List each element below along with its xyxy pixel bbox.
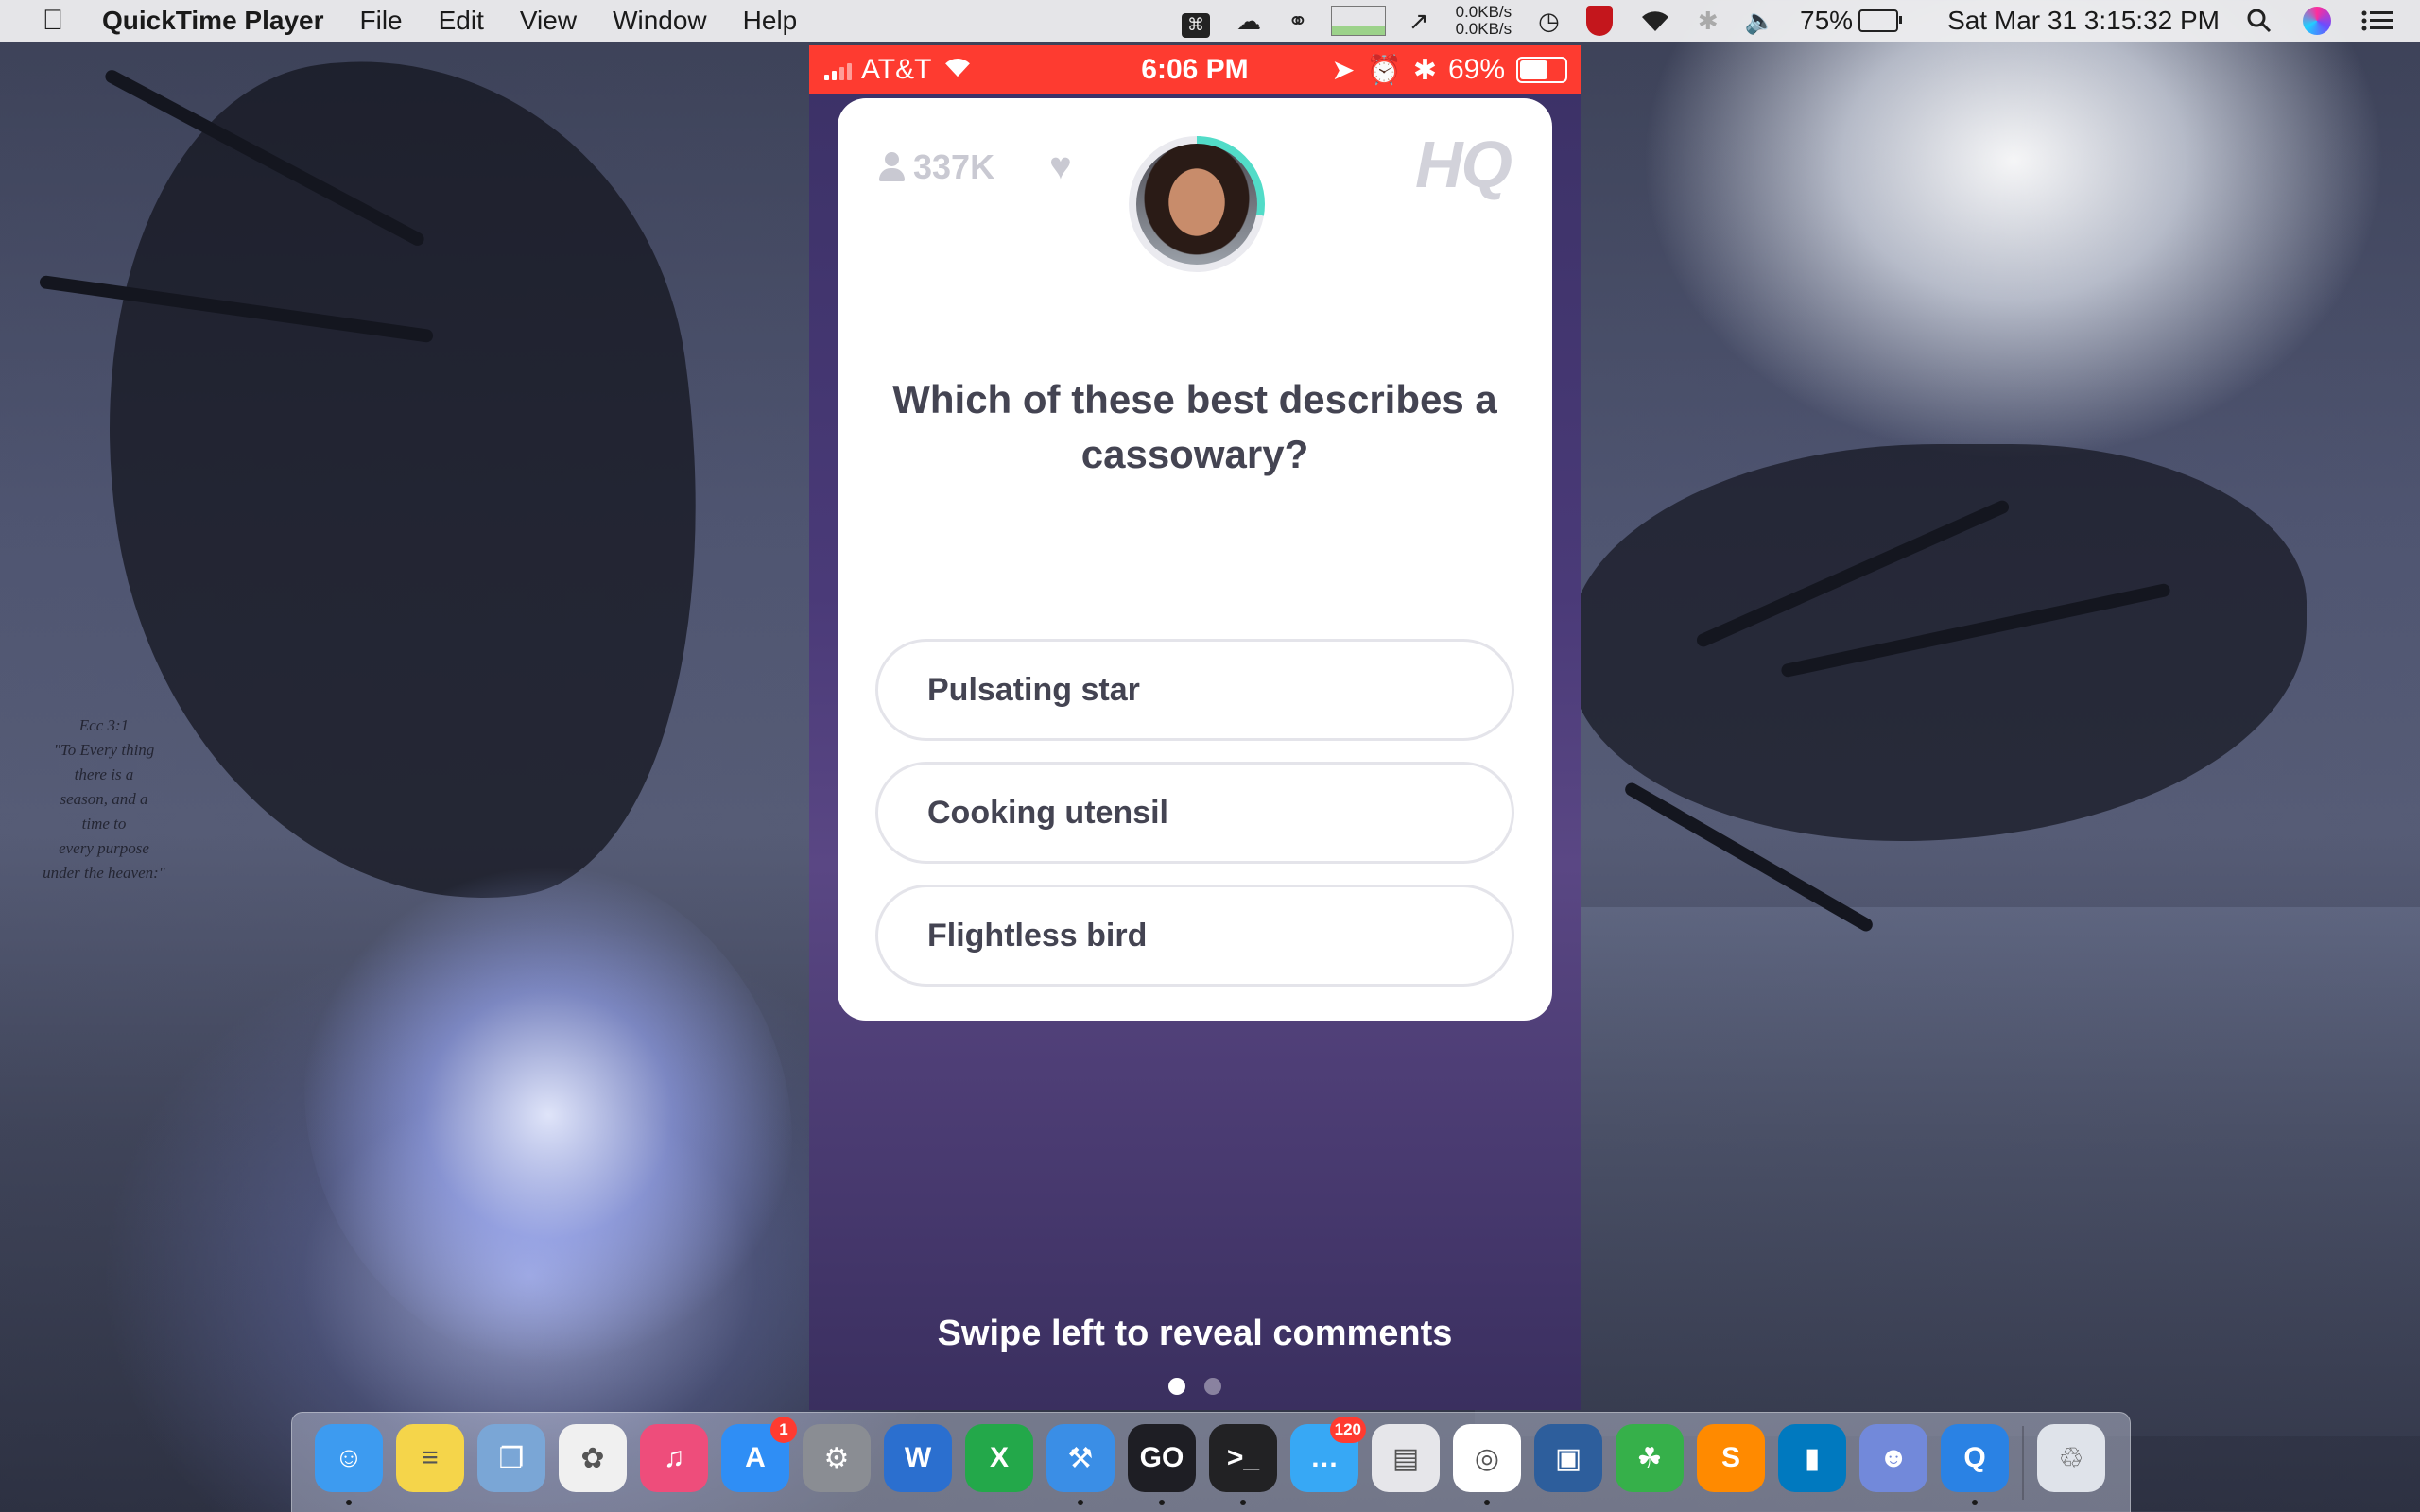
answer-option-2[interactable]: Cooking utensil: [875, 762, 1514, 864]
running-indicator: [1484, 1500, 1490, 1505]
excel-icon[interactable]: X: [965, 1424, 1033, 1492]
evernote-icon[interactable]: ☘: [1616, 1424, 1684, 1492]
battery-status[interactable]: 75%: [1800, 6, 1903, 36]
menu-bar-extras: ⌘ ☁ ⚭ ↗ 0.0KB/s 0.0KB/s ◷ ✱ 🔈 75% Sat Ma…: [1168, 0, 2420, 42]
itunes-icon[interactable]: ♫: [640, 1424, 708, 1492]
bluetooth-icon[interactable]: ✱: [1698, 0, 1719, 42]
xcode-icon[interactable]: ⚒: [1046, 1424, 1115, 1492]
spotlight-search-icon[interactable]: [2246, 0, 2273, 42]
network-speed[interactable]: 0.0KB/s 0.0KB/s: [1456, 4, 1512, 38]
wallpaper-energy-glow: [211, 767, 886, 1463]
menu-bar:  QuickTime Player File Edit View Window…: [0, 0, 2420, 42]
location-arrow-icon: ➤: [1331, 54, 1356, 86]
answer-label: Cooking utensil: [927, 794, 1168, 831]
host-timer-ring: [1129, 136, 1265, 272]
question-card: 337K ♥ HQ Which of these best describes …: [838, 98, 1552, 1021]
terminal-icon[interactable]: >_: [1209, 1424, 1277, 1492]
question-text: Which of these best describes a cassowar…: [892, 377, 1497, 476]
apple-menu-icon[interactable]: : [36, 5, 70, 37]
word-icon[interactable]: W: [884, 1424, 952, 1492]
host-avatar: [1136, 144, 1257, 265]
time-machine-icon[interactable]: ◷: [1538, 0, 1560, 42]
dock: ☺ ≡ ❐ ✿ ♫ A 1 ⚙ W X ⚒ GO >_… 120 ▤ ◎ ▣ ☘ S ▮ ☻ Q ♲: [291, 1412, 2131, 1512]
preview-icon[interactable]: ❐: [477, 1424, 545, 1492]
trello-icon[interactable]: ▮: [1778, 1424, 1846, 1492]
net-down-speed: 0.0KB/s: [1455, 20, 1512, 38]
page-dot[interactable]: [1204, 1378, 1221, 1395]
virtualbox-icon[interactable]: ▣: [1534, 1424, 1602, 1492]
phone-battery-percent: 69%: [1447, 54, 1505, 85]
alarm-icon: ⏰: [1366, 54, 1402, 86]
phone-battery-icon: [1516, 57, 1567, 83]
trash-icon[interactable]: ♲: [2037, 1424, 2105, 1492]
notes-icon[interactable]: ≡: [396, 1424, 464, 1492]
chrome-icon[interactable]: ◎: [1453, 1424, 1521, 1492]
notification-badge: 120: [1329, 1417, 1366, 1443]
answer-option-3[interactable]: Flightless bird: [875, 885, 1514, 987]
quicktime-icon[interactable]: Q: [1941, 1424, 2009, 1492]
running-indicator: [346, 1500, 352, 1505]
messages-icon[interactable]: … 120: [1290, 1417, 1366, 1492]
photos-icon[interactable]: ✿: [559, 1424, 627, 1492]
hq-logo: HQ: [1415, 128, 1512, 201]
answer-label: Pulsating star: [927, 671, 1140, 708]
menu-view[interactable]: View: [520, 6, 577, 36]
page-indicator: [809, 1378, 1581, 1395]
swipe-hint: Swipe left to reveal comments: [937, 1314, 1453, 1353]
menu-clock[interactable]: Sat Mar 31 3:15:32 PM: [1947, 6, 2220, 36]
viewer-count: 337K: [879, 147, 994, 187]
phone-status-right: ➤ ⏰ ✱ 69%: [1331, 54, 1567, 87]
photo-browser-icon[interactable]: ▤: [1372, 1424, 1440, 1492]
creative-cloud-icon[interactable]: ⚭: [1288, 0, 1308, 42]
battery-percent: 75%: [1800, 6, 1854, 35]
goland-icon[interactable]: GO: [1128, 1424, 1196, 1492]
cloud-upload-icon[interactable]: ☁: [1236, 0, 1261, 42]
notification-center-icon[interactable]: [2361, 0, 2394, 42]
finder-icon[interactable]: ☺: [315, 1424, 383, 1492]
running-indicator: [1159, 1500, 1165, 1505]
app-store-icon[interactable]: A1: [721, 1417, 797, 1492]
menu-file[interactable]: File: [360, 6, 403, 36]
discord-icon[interactable]: ☻: [1859, 1424, 1927, 1492]
heart-icon[interactable]: ♥: [1049, 146, 1072, 188]
wallpaper-verse: Ecc 3:1 "To Every thing there is a seaso…: [43, 716, 165, 882]
wifi-icon[interactable]: [1639, 0, 1671, 42]
app-name-menu[interactable]: QuickTime Player: [102, 6, 324, 36]
network-arrows-icon: ↗: [1408, 6, 1429, 35]
command-icon[interactable]: ⌘: [1182, 12, 1211, 38]
phone-status-bar: AT&T 6:06 PM ➤ ⏰ ✱ 69%: [809, 45, 1581, 94]
answer-label: Flightless bird: [927, 917, 1148, 954]
running-indicator: [1972, 1500, 1978, 1505]
viewer-count-value: 337K: [913, 147, 995, 186]
phone-screen-window[interactable]: AT&T 6:06 PM ➤ ⏰ ✱ 69% 337K ♥ HQ Which o…: [809, 45, 1581, 1410]
notification-badge: 1: [770, 1417, 797, 1443]
antivirus-shield-icon[interactable]: [1585, 6, 1613, 36]
running-indicator: [1240, 1500, 1246, 1505]
menu-edit[interactable]: Edit: [439, 6, 484, 36]
battery-icon: [1858, 9, 1903, 32]
phone-bluetooth-icon: ✱: [1412, 54, 1437, 86]
siri-icon[interactable]: [2303, 7, 2331, 35]
wallpaper-lake: [1475, 907, 2420, 1436]
answer-option-1[interactable]: Pulsating star: [875, 639, 1514, 741]
dock-separator: [2022, 1426, 2024, 1500]
page-dot-active[interactable]: [1168, 1378, 1185, 1395]
activity-graph-icon[interactable]: [1330, 6, 1386, 36]
running-indicator: [1078, 1500, 1083, 1505]
system-preferences-icon[interactable]: ⚙: [803, 1424, 871, 1492]
person-icon: [879, 152, 905, 182]
menu-window[interactable]: Window: [613, 6, 707, 36]
menu-help[interactable]: Help: [743, 6, 798, 36]
volume-icon[interactable]: 🔈: [1745, 0, 1775, 42]
net-up-speed: 0.0KB/s: [1455, 3, 1512, 21]
sublime-icon[interactable]: S: [1697, 1424, 1765, 1492]
